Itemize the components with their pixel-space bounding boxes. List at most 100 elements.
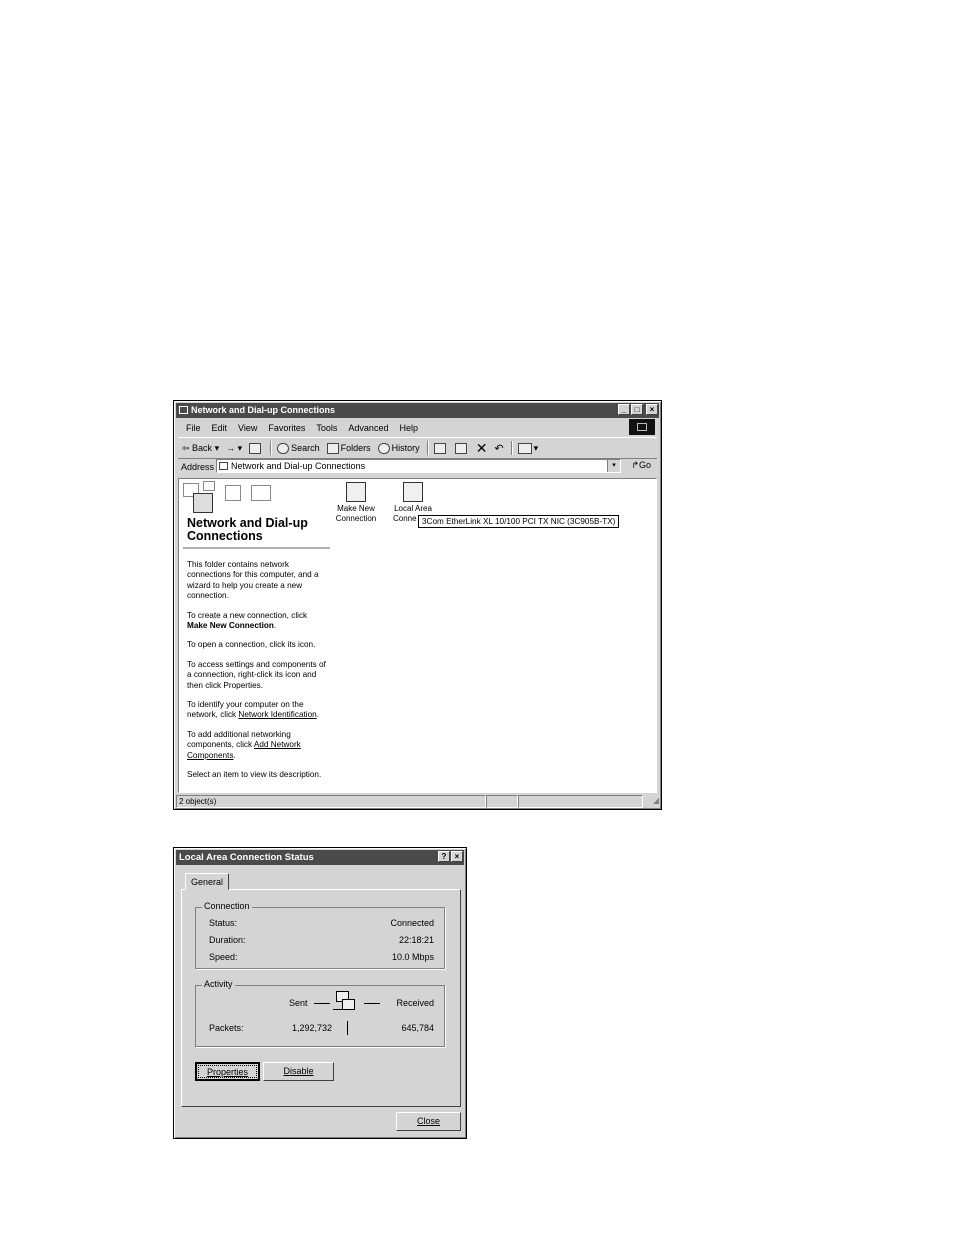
make-new-connection-item[interactable]: Make New Connection xyxy=(334,482,378,524)
close-button[interactable]: × xyxy=(646,404,658,415)
windows-logo-icon xyxy=(629,419,655,435)
sidebar-description: This folder contains network connections… xyxy=(187,560,329,790)
status-text: 2 object(s) xyxy=(176,795,486,808)
connection-group: Connection Status: Connected Duration: 22:… xyxy=(195,901,445,969)
adapter-tooltip: 3Com EtherLink XL 10/100 PCI TX NIC (3C9… xyxy=(418,515,620,528)
maximize-button[interactable]: □ xyxy=(631,404,643,415)
dialog-titlebar[interactable]: Local Area Connection Status ? × xyxy=(176,850,464,865)
network-identification-link[interactable]: Network Identification xyxy=(238,710,316,719)
dialog-close-x-button[interactable]: × xyxy=(451,851,463,862)
explorer-title: Network and Dial-up Connections xyxy=(191,405,336,415)
forward-arrow-icon: → xyxy=(226,443,236,453)
dialog-title: Local Area Connection Status xyxy=(179,852,314,863)
sidebar-para: Select an item to view its description. xyxy=(187,770,322,780)
delete-button[interactable]: ✕ xyxy=(475,440,488,456)
menu-advanced[interactable]: Advanced xyxy=(348,423,388,433)
views-icon xyxy=(517,442,532,454)
move-to-button[interactable] xyxy=(433,442,448,454)
status-value: Connected xyxy=(390,918,434,928)
toolbar-separator xyxy=(270,441,273,455)
history-icon xyxy=(377,442,390,454)
back-button[interactable]: ⇦ Back ▾ xyxy=(182,443,219,454)
sent-line xyxy=(314,1003,330,1004)
folders-button[interactable]: Folders xyxy=(326,442,371,454)
duration-label: Duration: xyxy=(209,935,246,945)
explorer-window: Network and Dial-up Connections _ □ × Fi… xyxy=(173,400,662,810)
folder-content: Network and Dial-up Connections This fol… xyxy=(178,478,657,793)
sidebar-divider xyxy=(183,547,330,549)
address-bar: Address Network and Dial-up Connections … xyxy=(178,458,657,476)
minimize-button[interactable]: _ xyxy=(618,404,630,415)
address-dropdown-arrow[interactable]: ▾ xyxy=(607,460,620,472)
status-bar: 2 object(s) ◢ xyxy=(176,795,659,808)
duration-value: 22:18:21 xyxy=(398,935,434,945)
network-folder-icon xyxy=(219,462,228,470)
sidebar-para: To open a connection, click its icon. xyxy=(187,640,316,650)
menu-help[interactable]: Help xyxy=(399,423,418,433)
go-button[interactable]: ↱Go xyxy=(631,460,651,471)
menu-view[interactable]: View xyxy=(238,423,257,433)
activity-divider xyxy=(347,1021,348,1035)
sidebar-para: To add additional networking components,… xyxy=(187,729,301,760)
toolbar-separator xyxy=(510,441,513,455)
activity-group: Activity Sent Received Packets: 1,292,73… xyxy=(195,979,445,1047)
toolbar: ⇦ Back ▾ → ▾ Search Folders History ✕ ↶ … xyxy=(178,437,657,459)
menu-edit[interactable]: Edit xyxy=(212,423,228,433)
tab-general[interactable]: General xyxy=(185,873,230,890)
connection-legend: Connection xyxy=(202,901,252,911)
sent-label: Sent xyxy=(289,998,308,1008)
sidebar-para: This folder contains network connections… xyxy=(187,560,319,601)
search-button[interactable]: Search xyxy=(277,442,320,454)
sidebar-para: To identify your computer on the network… xyxy=(187,700,319,720)
menu-bar: File Edit View Favorites Tools Advanced … xyxy=(178,420,657,436)
move-to-icon xyxy=(433,442,446,454)
menu-tools[interactable]: Tools xyxy=(316,423,337,433)
up-folder-button[interactable] xyxy=(249,442,263,454)
folders-icon xyxy=(326,442,339,454)
help-button[interactable]: ? xyxy=(438,851,450,862)
delete-x-icon: ✕ xyxy=(475,440,488,456)
lan-connection-icon xyxy=(403,482,423,502)
undo-button[interactable]: ↶ xyxy=(494,442,503,455)
web-view-banner xyxy=(183,481,273,515)
sidebar-para: To create a new connection, click Make N… xyxy=(187,610,308,631)
forward-button[interactable]: → ▾ xyxy=(226,443,242,454)
search-icon xyxy=(277,442,290,454)
properties-button[interactable]: Properties xyxy=(195,1062,260,1081)
network-connections-banner-icon xyxy=(193,493,213,513)
network-activity-icon xyxy=(333,991,355,1015)
sidebar-title: Network and Dial-up Connections xyxy=(187,516,308,543)
up-folder-icon xyxy=(249,442,262,454)
menu-favorites[interactable]: Favorites xyxy=(268,423,305,433)
close-dialog-button[interactable]: Close xyxy=(396,1112,461,1131)
status-dialog: Local Area Connection Status ? × General… xyxy=(173,847,467,1139)
address-input[interactable]: Network and Dial-up Connections ▾ xyxy=(216,459,621,473)
general-tab-panel: Connection Status: Connected Duration: 22:… xyxy=(181,889,461,1107)
toolbar-separator xyxy=(426,441,429,455)
make-new-connection-text: Make New Connection xyxy=(187,621,274,631)
speed-label: Speed: xyxy=(209,952,238,962)
history-button[interactable]: History xyxy=(377,442,420,454)
packets-received-value: 645,784 xyxy=(401,1023,434,1033)
sidebar-para: To access settings and components of a c… xyxy=(187,659,326,690)
packets-label: Packets: xyxy=(209,1023,244,1033)
undo-icon: ↶ xyxy=(494,442,504,455)
address-label: Address xyxy=(181,462,215,472)
received-label: Received xyxy=(396,998,434,1008)
network-folder-icon xyxy=(179,406,188,414)
activity-legend: Activity xyxy=(202,979,235,989)
back-arrow-icon: ⇦ xyxy=(182,442,193,453)
resize-grip-icon[interactable]: ◢ xyxy=(643,795,659,808)
speed-value: 10.0 Mbps xyxy=(391,952,434,962)
views-button[interactable]: ▾ xyxy=(517,442,538,454)
copy-to-button[interactable] xyxy=(454,442,469,454)
go-arrow-icon: ↱ xyxy=(631,460,639,470)
menu-file[interactable]: File xyxy=(186,423,201,433)
disable-button[interactable]: Disable xyxy=(263,1062,334,1081)
status-label: Status: xyxy=(209,918,238,928)
packets-sent-value: 1,292,732 xyxy=(292,1023,333,1033)
make-new-connection-icon xyxy=(346,482,366,502)
copy-to-icon xyxy=(454,442,467,454)
received-line xyxy=(364,1003,380,1004)
explorer-titlebar[interactable]: Network and Dial-up Connections _ □ × xyxy=(176,403,659,418)
